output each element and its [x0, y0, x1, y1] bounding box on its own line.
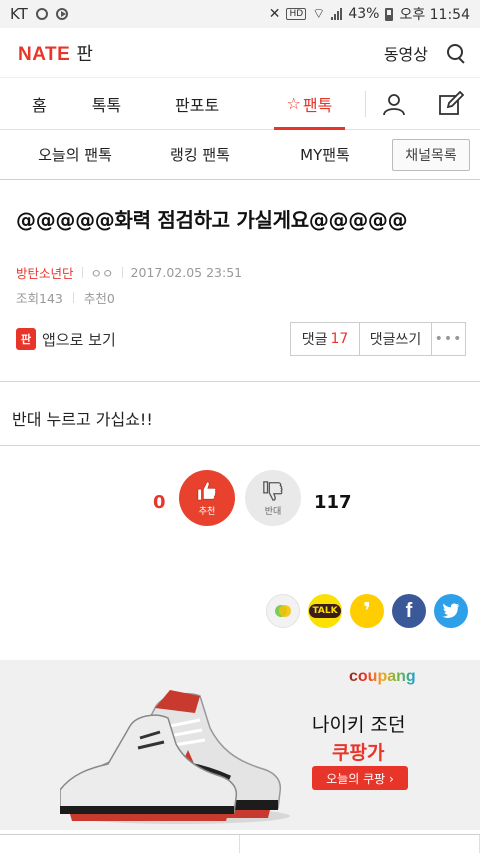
article-stats: 조회143 추천0	[16, 288, 464, 307]
profile-button[interactable]	[366, 78, 423, 129]
app-header: NATE 판 동영상	[0, 28, 480, 78]
play-icon	[55, 8, 68, 20]
recommend-count: 추천0	[83, 291, 115, 306]
pencil-icon	[439, 90, 465, 115]
pann-label: 판	[76, 43, 93, 65]
ad-headline: 나이키 조던	[312, 714, 406, 736]
wifi-icon: ⌔	[312, 6, 326, 22]
nate-pann-logo[interactable]: NATE 판	[18, 40, 93, 66]
sneakers-image	[60, 690, 290, 824]
status-bar: KT ✕ HD ⌔ 43% 오후 11:54	[0, 0, 480, 28]
subnav-my-fantalk[interactable]: MY팬톡	[250, 144, 400, 165]
recommend-button[interactable]: 추천	[179, 470, 235, 526]
channel-list-button[interactable]: 채널목록	[392, 139, 470, 171]
open-in-app-label: 앱으로 보기	[42, 330, 116, 349]
tab-fantalk[interactable]: ☆ 팬톡	[260, 78, 359, 130]
comments-button[interactable]: 댓글 17	[290, 322, 360, 356]
advertisement-banner[interactable]: coupang 나이키 조던 쿠팡가 오늘의 쿠팡 ›	[0, 660, 480, 830]
author-nick: ㅇㅇ	[90, 266, 114, 281]
main-tabs: 홈 톡톡 판포토 ☆ 팬톡	[0, 78, 480, 130]
star-icon: ☆	[286, 94, 301, 113]
ad-subheadline: 쿠팡가	[332, 742, 385, 764]
channel-name[interactable]: 방탄소년단	[16, 263, 74, 282]
oppose-button[interactable]: 반대	[245, 470, 301, 526]
mute-icon: ✕	[268, 6, 281, 22]
facebook-icon: f	[405, 599, 413, 622]
thumbs-up-icon	[197, 480, 217, 501]
video-link[interactable]: 동영상	[384, 41, 428, 65]
oppose-vote-count: 117	[314, 492, 352, 513]
hd-icon: HD	[286, 8, 307, 20]
clock: 오후 11:54	[399, 7, 470, 23]
subnav-today-fantalk[interactable]: 오늘의 팬톡	[0, 144, 150, 165]
ad-cta-button[interactable]: 오늘의 쿠팡 ›	[312, 766, 408, 790]
article-title: @@@@@화력 점검하고 가실게요@@@@@	[16, 208, 408, 232]
oppose-label: 반대	[264, 506, 282, 517]
search-icon[interactable]	[446, 43, 466, 63]
share-buttons: TALK ❜ f	[266, 594, 468, 628]
kakaostory-share-button[interactable]: ❜	[350, 594, 384, 628]
comment-buttons: 댓글 17 댓글쓰기 •••	[290, 322, 466, 356]
sync-icon	[35, 8, 48, 20]
meta-divider	[72, 292, 74, 303]
kakaostory-icon: ❜	[363, 598, 371, 624]
write-button[interactable]	[423, 78, 480, 129]
band-share-button[interactable]	[266, 594, 300, 628]
kakaotalk-share-button[interactable]: TALK	[308, 594, 342, 628]
nate-logo: NATE	[18, 43, 71, 65]
twitter-icon	[442, 603, 460, 619]
pann-app-icon: 판	[16, 328, 36, 350]
comment-count: 17	[330, 331, 349, 347]
article-header: @@@@@화력 점검하고 가실게요@@@@@ 방탄소년단 ㅇㅇ 2017.02.…	[0, 180, 480, 382]
recommend-vote-count: 0	[153, 492, 166, 513]
article-body: 반대 누르고 가십쇼!!	[0, 382, 480, 446]
coupang-logo: coupang	[349, 668, 416, 685]
vote-section: 0 추천 반대 117	[0, 446, 480, 576]
view-count: 조회143	[16, 291, 63, 306]
battery-icon	[385, 7, 394, 21]
post-date: 2017.02.05 23:51	[130, 265, 243, 280]
tab-fantalk-label: 팬톡	[302, 95, 333, 115]
thumbs-down-icon	[263, 480, 283, 501]
bottom-button-left[interactable]	[0, 835, 240, 853]
signal-icon	[331, 8, 343, 20]
person-icon	[383, 93, 406, 115]
meta-divider	[81, 267, 83, 278]
twitter-share-button[interactable]	[434, 594, 468, 628]
battery-label: 43%	[348, 6, 380, 22]
article-meta: 방탄소년단 ㅇㅇ 2017.02.05 23:51	[16, 263, 464, 282]
write-comment-button[interactable]: 댓글쓰기	[360, 322, 432, 356]
kakaotalk-icon: TALK	[309, 604, 341, 618]
article-actions: 판 앱으로 보기 댓글 17 댓글쓰기 •••	[16, 322, 480, 356]
sub-navigation: 오늘의 팬톡 랭킹 팬톡 MY팬톡 채널목록	[0, 130, 480, 180]
tab-panphoto[interactable]: 판포토	[134, 78, 260, 129]
bottom-button-right[interactable]	[240, 835, 480, 853]
tab-toktok[interactable]: 톡톡	[79, 78, 134, 129]
recommend-label: 추천	[198, 506, 216, 517]
carrier-label: KT	[10, 5, 28, 23]
facebook-share-button[interactable]: f	[392, 594, 426, 628]
meta-divider	[121, 267, 123, 278]
more-button[interactable]: •••	[432, 322, 466, 356]
open-in-app-button[interactable]: 판 앱으로 보기	[16, 328, 116, 350]
bottom-buttons-partial	[0, 834, 480, 853]
subnav-ranking-fantalk[interactable]: 랭킹 팬톡	[150, 144, 250, 165]
band-icon	[275, 605, 291, 617]
tab-home[interactable]: 홈	[0, 78, 79, 129]
